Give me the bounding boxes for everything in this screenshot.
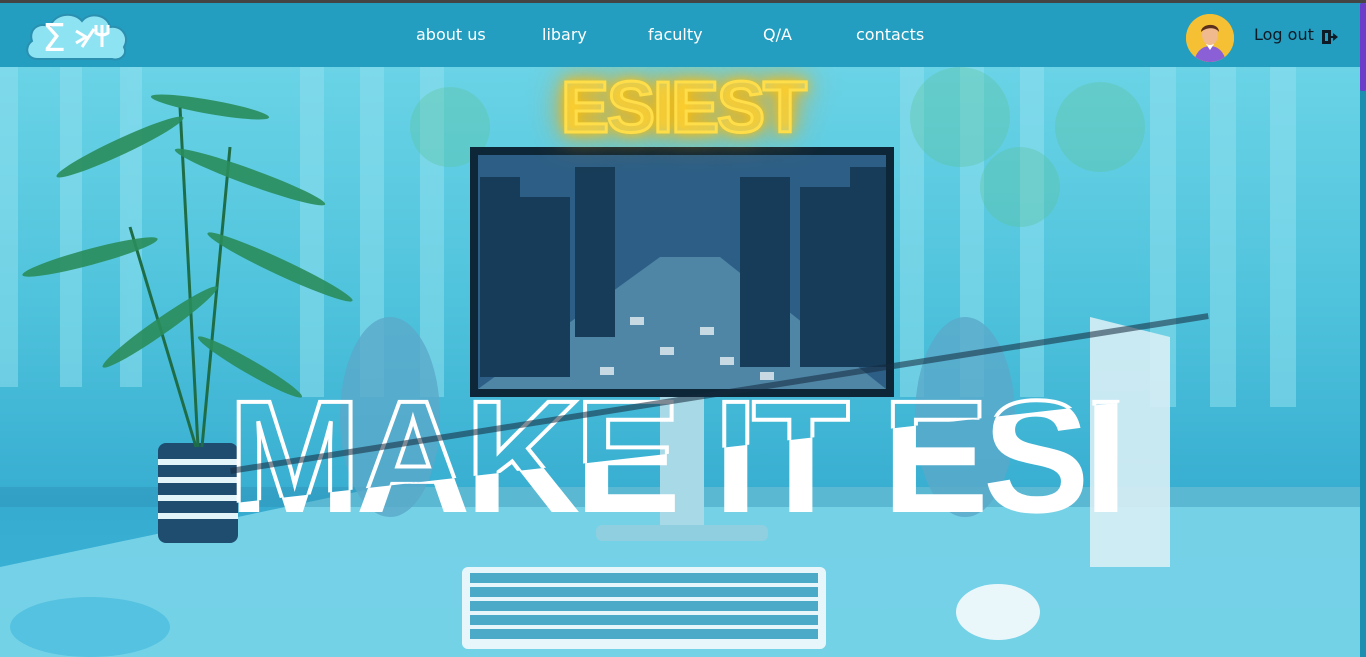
logout-icon[interactable] [1321,28,1339,46]
hero-banner: ESIEST MAKE IT ESI MAKE IT ESI [0,67,1360,657]
scrollbar[interactable] [1360,3,1366,657]
avatar-icon [1186,14,1234,62]
site-logo[interactable]: Σ [24,7,129,62]
nav-contacts[interactable]: contacts [856,25,924,44]
nav-faculty[interactable]: faculty [648,25,703,44]
nav-qa[interactable]: Q/A [763,25,792,44]
nav-libary[interactable]: libary [542,25,587,44]
sigma-logo-icon: Σ [26,13,128,61]
hero-background-image [0,67,1360,657]
keyboard-illustration [462,567,826,649]
avatar[interactable] [1186,14,1234,62]
scrollbar-thumb[interactable] [1360,3,1366,91]
neon-title: ESIEST [559,67,808,150]
svg-text:Σ: Σ [42,16,66,60]
navbar: Σ about us libary faculty Q/A contacts L… [0,3,1366,67]
nav-about-us[interactable]: about us [416,25,486,44]
logout-button[interactable]: Log out [1254,25,1314,44]
